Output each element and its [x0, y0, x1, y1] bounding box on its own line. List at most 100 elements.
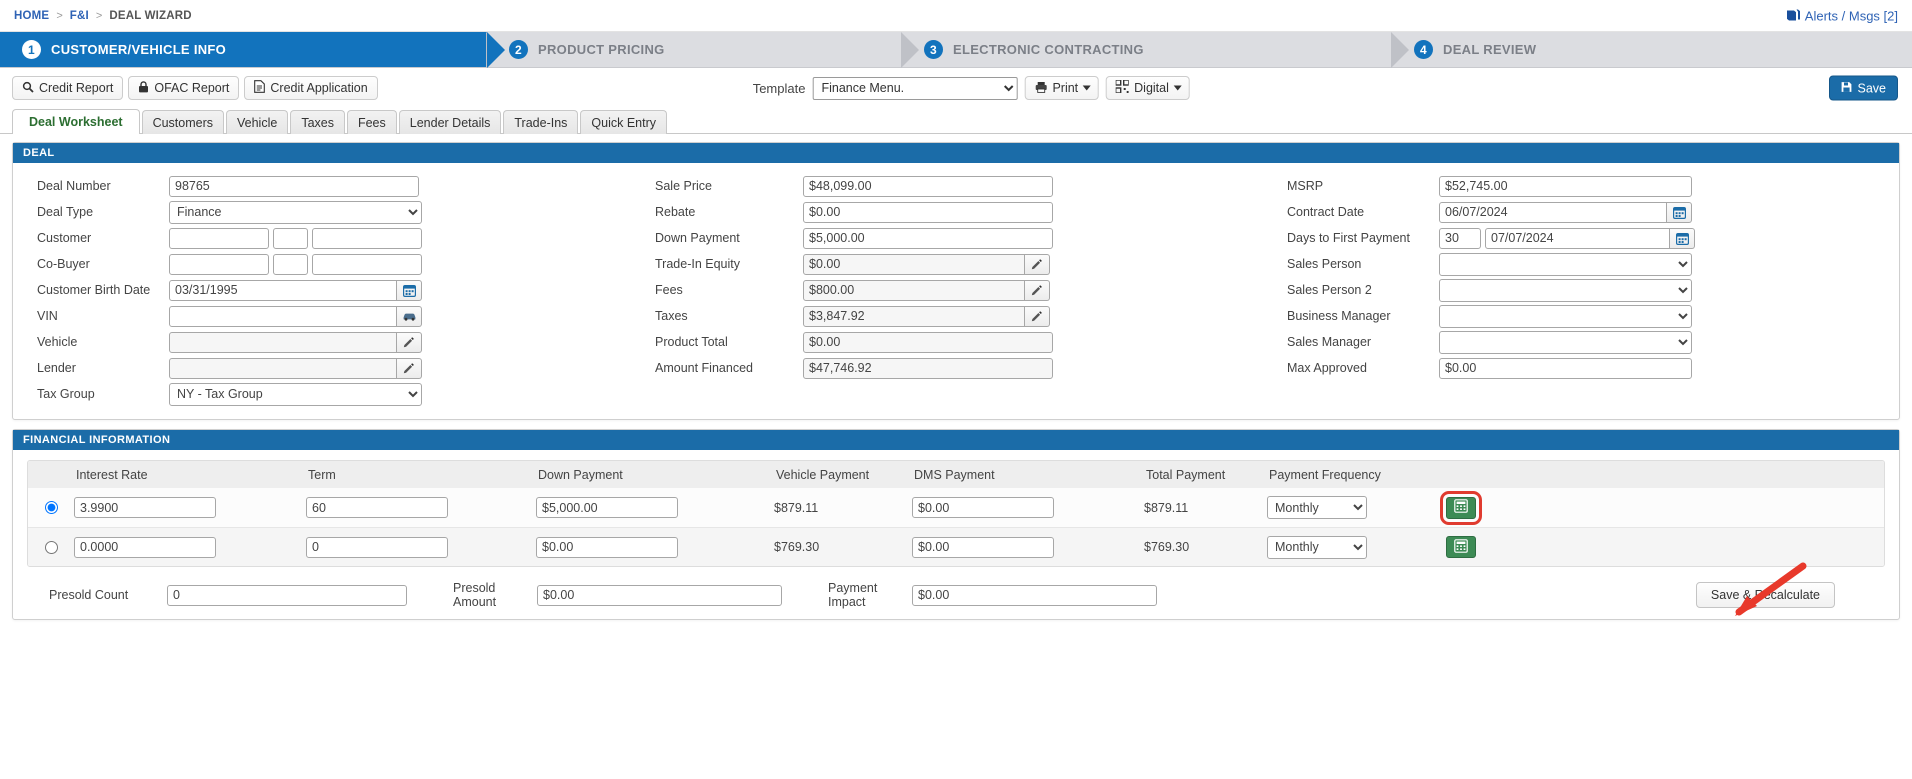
presold-amount-label: Presold Amount — [453, 581, 497, 609]
fees-input[interactable] — [803, 279, 1025, 301]
product-total-input[interactable] — [803, 331, 1053, 353]
wizard-step-product-pricing[interactable]: 2 PRODUCT PRICING — [486, 32, 902, 68]
calendar-icon[interactable] — [397, 279, 422, 301]
deal-type-label: Deal Type — [37, 205, 94, 219]
calculator-button[interactable] — [1446, 536, 1476, 558]
header-total-payment: Total Payment — [1146, 467, 1226, 482]
credit-application-button[interactable]: Credit Application — [244, 76, 378, 100]
tab-label: Taxes — [301, 115, 334, 130]
ofac-report-button[interactable]: OFAC Report — [128, 76, 240, 100]
cobuyer-label: Co-Buyer — [37, 257, 90, 271]
payment-impact-input[interactable] — [912, 584, 1157, 606]
presold-count-input[interactable] — [167, 584, 407, 606]
business-manager-select[interactable] — [1439, 304, 1692, 328]
tab-label: Trade-Ins — [514, 115, 568, 130]
tab-fees[interactable]: Fees — [346, 110, 397, 134]
cobuyer-first-name-input[interactable] — [169, 253, 269, 275]
alerts-messages-link[interactable]: Alerts / Msgs [2] — [1786, 8, 1898, 23]
tab-taxes[interactable]: Taxes — [290, 110, 345, 134]
tab-lender-details[interactable]: Lender Details — [398, 110, 502, 134]
customer-last-name-input[interactable] — [312, 227, 422, 249]
down-payment-input[interactable] — [803, 227, 1053, 249]
max-approved-input[interactable] — [1439, 357, 1692, 379]
interest-rate-input[interactable] — [74, 497, 216, 518]
wizard-step-customer-vehicle-info[interactable]: 1 CUSTOMER/VEHICLE INFO — [0, 32, 505, 68]
pencil-icon[interactable] — [1025, 305, 1050, 327]
payment-frequency-select[interactable]: Monthly — [1267, 496, 1367, 519]
breadcrumb-item-fi[interactable]: F&I — [70, 10, 89, 22]
vehicle-input[interactable] — [169, 331, 397, 353]
row-select-radio[interactable] — [44, 540, 58, 554]
sale-price-input[interactable] — [803, 175, 1053, 197]
template-label: Template — [752, 80, 806, 96]
field-lender: Lender — [17, 355, 643, 381]
calculator-button[interactable] — [1440, 490, 1482, 525]
row-down-payment-input[interactable] — [536, 536, 678, 558]
save-button[interactable]: Save — [1828, 75, 1898, 101]
taxes-input[interactable] — [803, 305, 1025, 327]
amount-financed-input[interactable] — [803, 357, 1053, 379]
customer-birth-date-input[interactable] — [169, 279, 397, 301]
cobuyer-last-name-input[interactable] — [312, 253, 422, 275]
step-divider-icon — [1391, 32, 1409, 68]
pencil-icon[interactable] — [397, 331, 422, 353]
tab-quick-entry[interactable]: Quick Entry — [580, 110, 668, 134]
tax-group-select[interactable]: NY - Tax Group — [169, 382, 422, 406]
pencil-icon[interactable] — [1025, 253, 1050, 275]
interest-rate-input[interactable] — [74, 536, 216, 558]
digital-split-button[interactable]: Digital — [1106, 76, 1190, 100]
lender-input[interactable] — [169, 357, 397, 379]
days-to-first-payment-input[interactable] — [1439, 227, 1481, 249]
term-input[interactable] — [306, 536, 448, 558]
dms-payment-input[interactable] — [912, 497, 1054, 518]
pencil-icon[interactable] — [397, 357, 422, 379]
tab-deal-worksheet[interactable]: Deal Worksheet — [12, 109, 140, 135]
credit-report-button[interactable]: Credit Report — [12, 76, 124, 100]
cobuyer-middle-initial-input[interactable] — [273, 253, 308, 275]
row-down-payment-input[interactable] — [536, 497, 678, 518]
trade-in-equity-input[interactable] — [803, 253, 1025, 275]
pencil-icon[interactable] — [1025, 279, 1050, 301]
payment-frequency-select[interactable]: Monthly — [1267, 535, 1367, 559]
tab-customers[interactable]: Customers — [141, 110, 224, 134]
wizard-step-deal-review[interactable]: 4 DEAL REVIEW — [1391, 32, 1912, 68]
field-taxes: Taxes — [643, 303, 1269, 329]
car-icon[interactable] — [397, 305, 422, 327]
print-split-button[interactable]: Print — [1024, 76, 1100, 100]
trade-in-equity-label: Trade-In Equity — [655, 257, 740, 271]
breadcrumb-item-home[interactable]: HOME — [14, 10, 49, 22]
dms-payment-input[interactable] — [912, 536, 1054, 558]
tab-trade-ins[interactable]: Trade-Ins — [503, 110, 579, 134]
term-input[interactable] — [306, 497, 448, 518]
sales-person-2-select[interactable] — [1439, 278, 1692, 302]
calendar-icon[interactable] — [1667, 201, 1692, 223]
deal-type-select[interactable]: Finance — [169, 200, 422, 224]
rebate-input[interactable] — [803, 201, 1053, 223]
save-and-recalculate-button[interactable]: Save & Recalculate — [1695, 582, 1835, 608]
field-sales-person: Sales Person — [1269, 251, 1895, 277]
print-button[interactable]: Print — [1024, 76, 1100, 100]
payment-impact-label: Payment Impact — [828, 581, 878, 609]
presold-amount-input[interactable] — [537, 584, 782, 606]
sales-manager-select[interactable] — [1439, 330, 1692, 354]
tab-vehicle[interactable]: Vehicle — [226, 110, 289, 134]
template-select[interactable]: Finance Menu. — [812, 76, 1018, 100]
contract-date-input[interactable] — [1439, 201, 1667, 223]
row-select-radio[interactable] — [44, 501, 58, 514]
customer-first-name-input[interactable] — [169, 227, 269, 249]
template-controls: Template Finance Menu. Print Digital — [753, 76, 1190, 100]
digital-button[interactable]: Digital — [1106, 76, 1190, 100]
row-vehicle-payment-value: $879.11 — [774, 500, 819, 515]
vin-label: VIN — [37, 309, 58, 323]
wizard-step-electronic-contracting[interactable]: 3 ELECTRONIC CONTRACTING — [901, 32, 1392, 68]
sales-person-select[interactable] — [1439, 252, 1692, 276]
deal-number-input[interactable] — [169, 175, 419, 197]
msrp-input[interactable] — [1439, 175, 1692, 197]
vin-input[interactable] — [169, 305, 397, 327]
customer-middle-initial-input[interactable] — [273, 227, 308, 249]
header-interest-rate: Interest Rate — [76, 467, 148, 482]
first-payment-date-input[interactable] — [1485, 227, 1670, 249]
step-number: 2 — [509, 40, 528, 59]
ofac-report-label: OFAC Report — [154, 81, 230, 95]
calendar-icon[interactable] — [1670, 227, 1695, 249]
